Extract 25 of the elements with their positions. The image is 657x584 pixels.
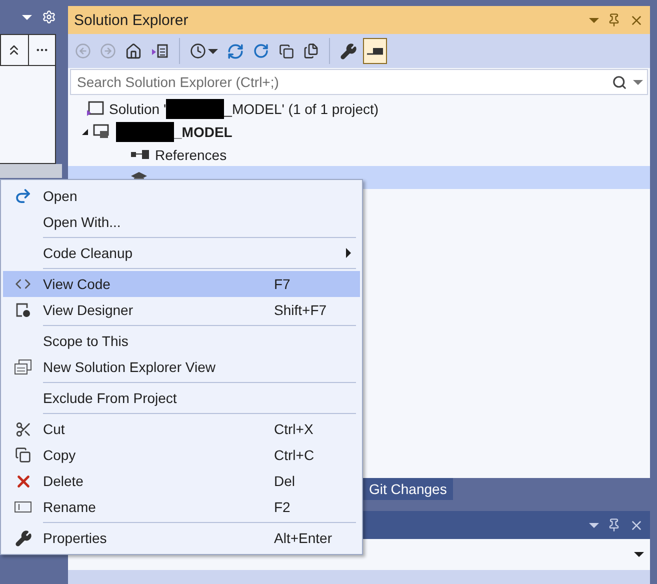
shortcut-text: F2 [274,499,292,515]
menu-label: Open [43,188,78,204]
menu-label: View Designer [43,302,134,318]
menu-label: New Solution Explorer View [43,359,216,375]
panel-title: Solution Explorer [74,12,190,28]
shortcut-text: Shift+F7 [274,302,328,318]
item-label: _MODEL [174,124,232,140]
menu-label: Scope to This [43,333,130,349]
menu-label: Rename [43,499,97,515]
shortcut-text: Alt+Enter [274,530,333,546]
menu-label: Open With... [43,214,122,230]
menu-label: Cut [43,421,66,437]
menu-label: Code Cleanup [43,245,134,261]
item-label: _MODEL' (1 of 1 project) [224,100,379,116]
item-label: Solution ' [109,100,166,116]
menu-label: Properties [43,530,108,546]
menu-label: Copy [43,447,77,463]
menu-label: View Code [43,276,112,292]
shortcut-text: F7 [274,276,292,292]
shortcut-text: Ctrl+C [274,447,316,463]
shortcut-text: Del [274,473,296,489]
menu-label: Delete [43,473,84,489]
item-label: References [155,146,227,162]
shortcut-text: Ctrl+X [274,421,314,437]
menu-label: Exclude From Project [43,390,178,406]
